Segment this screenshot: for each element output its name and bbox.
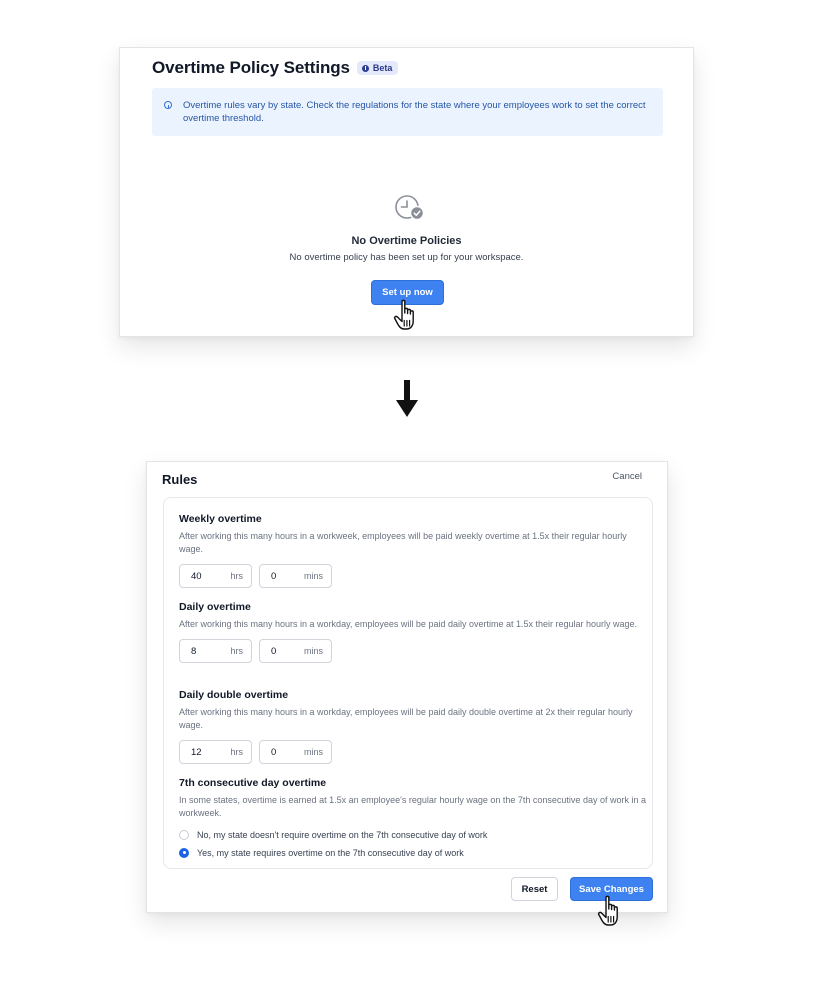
mins-unit: mins bbox=[303, 646, 323, 656]
page-title: Overtime Policy Settings bbox=[152, 58, 350, 77]
reset-button[interactable]: Reset bbox=[511, 877, 558, 901]
rules-title: Rules bbox=[162, 472, 198, 487]
double-mins-input[interactable]: 0 mins bbox=[259, 740, 332, 764]
state-notice-banner: Overtime rules vary by state. Check the … bbox=[152, 88, 663, 136]
notice-text: Overtime rules vary by state. Check the … bbox=[183, 100, 646, 124]
daily-overtime-section: Daily overtime After working this many h… bbox=[179, 601, 649, 663]
mins-unit: mins bbox=[303, 571, 323, 581]
seventh-day-overtime-title: 7th consecutive day overtime bbox=[179, 777, 327, 789]
double-hours-input[interactable]: 12 hrs bbox=[179, 740, 252, 764]
double-hours-value: 12 bbox=[191, 746, 202, 758]
radio-label: No, my state doesn't require overtime on… bbox=[197, 829, 488, 840]
clock-check-icon bbox=[395, 195, 425, 221]
info-circle-icon bbox=[164, 101, 172, 109]
panel-header: Overtime Policy Settings Beta bbox=[152, 58, 399, 78]
empty-state-subtitle: No overtime policy has been set up for y… bbox=[289, 252, 524, 263]
cancel-button[interactable]: Cancel bbox=[612, 471, 642, 482]
hours-unit: hrs bbox=[230, 646, 243, 656]
daily-overtime-fields: 8 hrs 0 mins bbox=[179, 639, 649, 663]
daily-hours-value: 8 bbox=[191, 645, 197, 657]
rules-card: Weekly overtime After working this many … bbox=[163, 497, 653, 869]
daily-mins-value: 0 bbox=[271, 645, 277, 657]
hours-unit: hrs bbox=[230, 747, 243, 757]
daily-double-overtime-fields: 12 hrs 0 mins bbox=[179, 740, 649, 764]
weekly-hours-value: 40 bbox=[191, 570, 202, 582]
daily-hours-input[interactable]: 8 hrs bbox=[179, 639, 252, 663]
beta-badge: Beta bbox=[356, 61, 399, 75]
hours-unit: hrs bbox=[230, 571, 243, 581]
hand-pointer-icon bbox=[597, 895, 618, 926]
weekly-overtime-section: Weekly overtime After working this many … bbox=[179, 513, 649, 588]
daily-double-overtime-section: Daily double overtime After working this… bbox=[179, 689, 649, 764]
radio-button-selected[interactable] bbox=[179, 847, 189, 858]
arrow-down-icon bbox=[396, 380, 418, 417]
double-mins-value: 0 bbox=[271, 746, 277, 758]
info-icon bbox=[361, 64, 369, 72]
daily-double-overtime-description: After working this many hours in a workd… bbox=[179, 707, 633, 730]
daily-overtime-description: After working this many hours in a workd… bbox=[179, 619, 638, 629]
seventh-day-overtime-description: In some states, overtime is earned at 1.… bbox=[179, 795, 646, 818]
radio-button[interactable] bbox=[179, 829, 189, 840]
beta-badge-label: Beta bbox=[372, 63, 393, 73]
daily-double-overtime-title: Daily double overtime bbox=[179, 689, 289, 701]
weekly-overtime-title: Weekly overtime bbox=[179, 513, 262, 525]
seventh-day-option-no[interactable]: No, my state doesn't require overtime on… bbox=[179, 828, 649, 841]
mins-unit: mins bbox=[303, 747, 323, 757]
empty-state-title: No Overtime Policies bbox=[351, 235, 462, 247]
rules-panel: Rules Cancel Weekly overtime After worki… bbox=[146, 461, 668, 926]
radio-label: Yes, my state requires overtime on the 7… bbox=[197, 847, 464, 858]
overtime-policy-panel: Overtime Policy Settings Beta Overtime r… bbox=[119, 47, 694, 337]
daily-mins-input[interactable]: 0 mins bbox=[259, 639, 332, 663]
seventh-day-overtime-section: 7th consecutive day overtime In some sta… bbox=[179, 777, 649, 859]
weekly-hours-input[interactable]: 40 hrs bbox=[179, 564, 252, 588]
weekly-overtime-description: After working this many hours in a workw… bbox=[179, 531, 627, 554]
weekly-overtime-fields: 40 hrs 0 mins bbox=[179, 564, 649, 588]
weekly-mins-input[interactable]: 0 mins bbox=[259, 564, 332, 588]
hand-pointer-icon bbox=[393, 299, 414, 330]
seventh-day-option-yes[interactable]: Yes, my state requires overtime on the 7… bbox=[179, 846, 649, 859]
weekly-mins-value: 0 bbox=[271, 570, 277, 582]
daily-overtime-title: Daily overtime bbox=[179, 601, 251, 613]
